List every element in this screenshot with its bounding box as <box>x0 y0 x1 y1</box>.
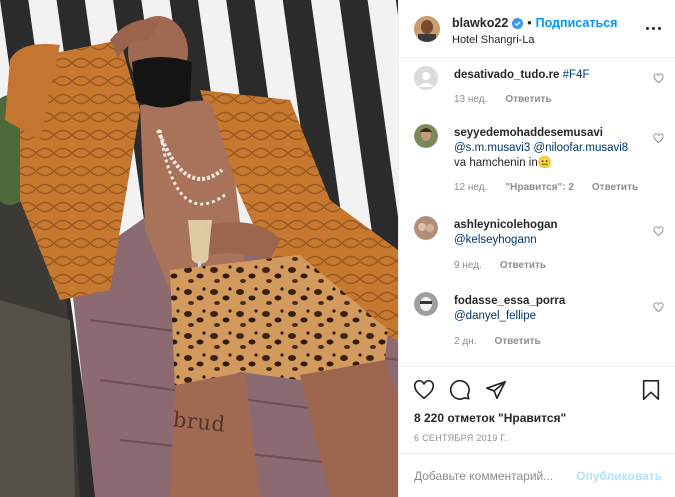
comment-meta: 2 дн. Ответить <box>454 336 541 347</box>
comment-meta: 9 нед. Ответить <box>454 260 546 271</box>
reply-button[interactable]: Ответить <box>592 182 638 193</box>
comment-text: ashleynicolehogan @kelseyhogann <box>454 218 644 248</box>
comment-meta: 12 нед. "Нравится": 2 Ответить <box>454 182 638 193</box>
comment-mention[interactable]: @danyel_fellipe <box>454 310 536 322</box>
comment-mention[interactable]: @niloofar.musavi8 <box>533 142 628 154</box>
comment-icon[interactable] <box>449 379 471 401</box>
comment-time[interactable]: 13 нед. <box>454 94 487 105</box>
post-location[interactable]: Hotel Shangri-La <box>452 34 535 46</box>
publish-button[interactable]: Опубликовать <box>576 469 662 483</box>
comment-emoji: 😐 <box>537 157 553 169</box>
comment-input[interactable]: Добавьте комментарий... <box>414 469 553 483</box>
commenter-avatar[interactable] <box>414 124 438 148</box>
commenter-avatar[interactable] <box>414 66 438 90</box>
comment-text: desativado_tudo.re #F4F <box>454 68 644 83</box>
comment-mention[interactable]: @kelseyhogann <box>454 234 537 246</box>
comment-text: seyyedemohaddesemusavi @s.m.musavi3 @nil… <box>454 126 644 171</box>
author-avatar[interactable] <box>414 16 440 42</box>
post-photo[interactable]: brud <box>0 0 398 497</box>
commenter-avatar[interactable] <box>414 292 438 316</box>
comment-hashtag[interactable]: #F4F <box>563 69 590 81</box>
author-username[interactable]: blawko22 <box>452 16 508 30</box>
reply-button[interactable]: Ответить <box>505 94 551 105</box>
comment-time[interactable]: 12 нед. <box>454 182 487 193</box>
comment-likes-count[interactable]: "Нравится": 2 <box>505 182 574 193</box>
post-date[interactable]: 6 СЕНТЯБРЯ 2019 Г. <box>414 433 507 443</box>
verified-badge-icon <box>512 17 524 29</box>
comment-meta: 13 нед. Ответить <box>454 94 552 105</box>
more-options-icon[interactable] <box>646 22 662 36</box>
comment-time[interactable]: 9 нед. <box>454 260 482 271</box>
comment-like-heart-icon[interactable] <box>653 73 664 84</box>
comment-like-heart-icon[interactable] <box>653 302 664 313</box>
reply-button[interactable]: Ответить <box>500 260 546 271</box>
heart-icon[interactable] <box>413 379 435 401</box>
likes-count[interactable]: 8 220 отметок "Нравится" <box>414 411 566 425</box>
comment-body: va hamchenin in <box>454 157 538 169</box>
add-comment-bar: Добавьте комментарий... Опубликовать <box>399 453 675 497</box>
comment-username[interactable]: fodasse_essa_porra <box>454 295 565 307</box>
post-side-panel: blawko22 • Подписаться Hotel Shangri-La <box>398 0 675 497</box>
reply-button[interactable]: Ответить <box>494 336 540 347</box>
comment-username[interactable]: seyyedemohaddesemusavi <box>454 127 603 139</box>
follow-button[interactable]: Подписаться <box>536 16 618 30</box>
comment-like-heart-icon[interactable] <box>653 133 664 144</box>
instagram-post: brud blawko22 • Подписаться Hotel Shangr… <box>0 0 675 497</box>
comment-mention[interactable]: @s.m.musavi3 <box>454 142 530 154</box>
comments-list[interactable]: desativado_tudo.re #F4F 13 нед. Ответить … <box>399 58 675 366</box>
post-header: blawko22 • Подписаться Hotel Shangri-La <box>399 0 675 58</box>
comment-username[interactable]: ashleynicolehogan <box>454 219 558 231</box>
comment-like-heart-icon[interactable] <box>653 226 664 237</box>
header-separator: • <box>527 16 532 30</box>
share-icon[interactable] <box>485 379 507 401</box>
author-line: blawko22 • Подписаться <box>452 16 617 30</box>
comment-time[interactable]: 2 дн. <box>454 336 476 347</box>
bookmark-icon[interactable] <box>640 379 662 401</box>
comment-text: fodasse_essa_porra @danyel_fellipe <box>454 294 644 324</box>
comment-username[interactable]: desativado_tudo.re <box>454 69 559 81</box>
commenter-avatar[interactable] <box>414 216 438 240</box>
